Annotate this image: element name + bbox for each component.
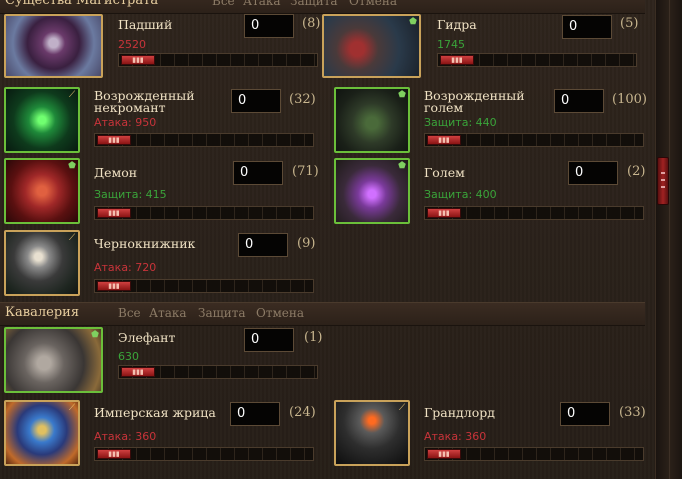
unit-stat: 630 <box>118 350 139 363</box>
unit-stat: Атака: 360 <box>94 430 157 443</box>
sword-icon: ⟋ <box>68 233 76 243</box>
quantity-input[interactable]: 0 <box>562 15 612 39</box>
unit-name: Голем <box>424 165 465 180</box>
section-title: Существа Магистрата <box>5 0 159 8</box>
slider-handle[interactable]: ▮▮▮ <box>97 281 131 291</box>
available-count: (24) <box>289 405 316 420</box>
filter-cancel[interactable]: Отмена <box>256 306 304 320</box>
slider-handle[interactable]: ▮▮▮ <box>427 449 461 459</box>
available-count: (33) <box>619 405 646 420</box>
unit-name: Имперская жрица <box>94 405 216 420</box>
unit-stat: Защита: 400 <box>424 188 497 201</box>
slider-handle[interactable]: ▮▮▮ <box>97 135 131 145</box>
unit-portrait-reborn-golem[interactable]: ⬟ <box>334 87 410 153</box>
shield-icon: ⬟ <box>91 330 99 340</box>
quantity-input[interactable]: 0 <box>233 161 283 185</box>
unit-portrait-grandlord[interactable]: ⟋ <box>334 400 410 466</box>
elephant-portrait <box>6 329 101 391</box>
section-header-magistrate: Существа Магистрата Все Атака Защита Отм… <box>0 0 645 14</box>
slider-handle[interactable]: ▮▮▮ <box>121 367 155 377</box>
quantity-input[interactable]: 0 <box>231 89 281 113</box>
unit-stat: 2520 <box>118 38 146 51</box>
sword-icon: ⟋ <box>398 403 406 413</box>
slider-handle[interactable]: ▮▮▮ <box>440 55 474 65</box>
quantity-slider[interactable]: ▮▮▮ <box>118 53 318 67</box>
unit-portrait-demon[interactable]: ⬟ <box>4 158 80 224</box>
filter-all[interactable]: Все <box>212 0 235 8</box>
section-header-cavalry: Кавалерия Все Атака Защита Отмена <box>0 302 645 326</box>
scrollbar-track[interactable] <box>655 0 682 479</box>
unit-portrait-hydra[interactable]: ⬟ <box>322 14 421 78</box>
shield-icon: ⬟ <box>68 161 76 171</box>
unit-stat: Защита: 415 <box>94 188 167 201</box>
unit-stat: Атака: 950 <box>94 116 157 129</box>
unit-name: Гидра <box>437 17 477 32</box>
quantity-slider[interactable]: ▮▮▮ <box>437 53 637 67</box>
available-count: (9) <box>297 236 316 251</box>
quantity-input[interactable]: 0 <box>560 402 610 426</box>
quantity-slider[interactable]: ▮▮▮ <box>118 365 318 379</box>
unit-stat: 1745 <box>437 38 465 51</box>
unit-portrait-elephant[interactable]: ⬟ <box>4 327 103 393</box>
unit-name: Возрожденный некромант <box>94 88 195 115</box>
filter-attack[interactable]: Атака <box>149 306 187 320</box>
slider-handle[interactable]: ▮▮▮ <box>121 55 155 65</box>
quantity-slider[interactable]: ▮▮▮ <box>94 447 314 461</box>
unit-stat: Атака: 720 <box>94 261 157 274</box>
filter-attack[interactable]: Атака <box>243 0 281 8</box>
unit-name: Грандлорд <box>424 405 495 420</box>
unit-name: Чернокнижник <box>94 236 196 251</box>
slider-handle[interactable]: ▮▮▮ <box>97 208 131 218</box>
quantity-slider[interactable]: ▮▮▮ <box>424 447 644 461</box>
filter-defense[interactable]: Защита <box>198 306 246 320</box>
quantity-input[interactable]: 0 <box>568 161 618 185</box>
available-count: (1) <box>304 330 323 345</box>
available-count: (5) <box>620 16 639 31</box>
section-title: Кавалерия <box>5 305 80 320</box>
fallen-portrait <box>6 16 101 76</box>
hydra-portrait <box>324 16 419 76</box>
quantity-input[interactable]: 0 <box>230 402 280 426</box>
unit-portrait-reborn-necromancer[interactable]: ⟋ <box>4 87 80 153</box>
unit-portrait-warlock[interactable]: ⟋ <box>4 230 80 296</box>
unit-stat: Атака: 360 <box>424 430 487 443</box>
quantity-slider[interactable]: ▮▮▮ <box>424 206 644 220</box>
unit-portrait-golem[interactable]: ⬟ <box>334 158 410 224</box>
available-count: (8) <box>302 16 321 31</box>
quantity-input[interactable]: 0 <box>244 14 294 38</box>
unit-name: Падший <box>118 17 173 32</box>
unit-name: Демон <box>94 165 138 180</box>
quantity-slider[interactable]: ▮▮▮ <box>94 133 314 147</box>
filter-cancel[interactable]: Отмена <box>349 0 397 8</box>
unit-name: Возрожденный голем <box>424 88 525 115</box>
scrollbar-thumb[interactable] <box>657 157 669 205</box>
slider-handle[interactable]: ▮▮▮ <box>427 135 461 145</box>
sword-icon: ⟋ <box>68 90 76 100</box>
quantity-input[interactable]: 0 <box>238 233 288 257</box>
shield-icon: ⬟ <box>398 90 406 100</box>
quantity-slider[interactable]: ▮▮▮ <box>424 133 644 147</box>
available-count: (32) <box>289 92 316 107</box>
quantity-slider[interactable]: ▮▮▮ <box>94 206 314 220</box>
quantity-slider[interactable]: ▮▮▮ <box>94 279 314 293</box>
unit-portrait-fallen[interactable] <box>4 14 103 78</box>
sword-icon: ⟋ <box>68 403 76 413</box>
slider-handle[interactable]: ▮▮▮ <box>97 449 131 459</box>
unit-stat: Защита: 440 <box>424 116 497 129</box>
available-count: (100) <box>612 92 647 107</box>
quantity-input[interactable]: 0 <box>554 89 604 113</box>
filter-defense[interactable]: Защита <box>290 0 338 8</box>
quantity-input[interactable]: 0 <box>244 328 294 352</box>
available-count: (71) <box>292 164 319 179</box>
filter-all[interactable]: Все <box>118 306 141 320</box>
available-count: (2) <box>627 164 646 179</box>
unit-name: Элефант <box>118 330 176 345</box>
slider-handle[interactable]: ▮▮▮ <box>427 208 461 218</box>
unit-portrait-imperial-priestess[interactable]: ⟋ <box>4 400 80 466</box>
shield-icon: ⬟ <box>398 161 406 171</box>
shield-icon: ⬟ <box>409 17 417 27</box>
